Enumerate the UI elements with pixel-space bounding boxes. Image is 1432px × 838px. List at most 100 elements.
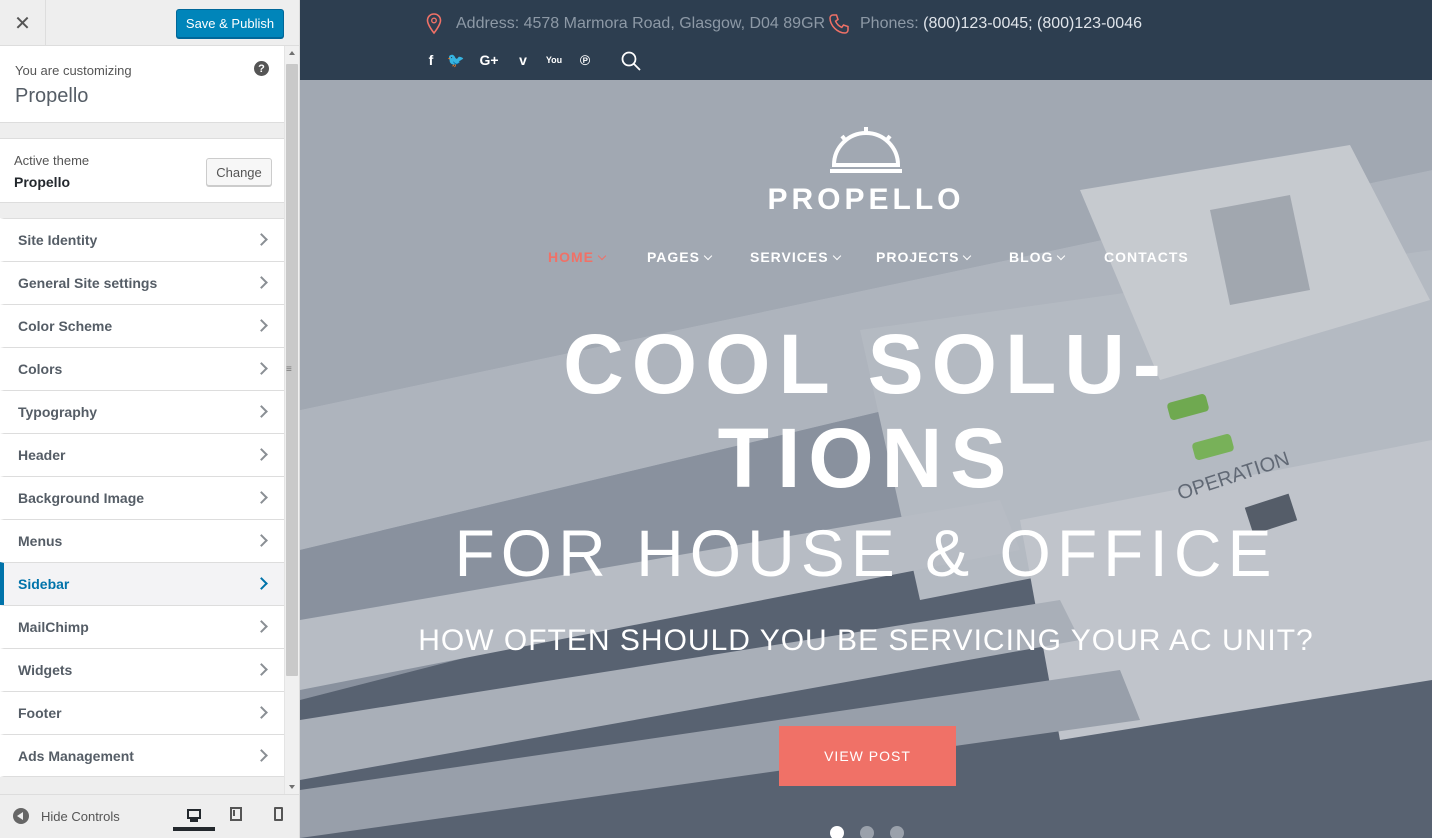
panel-item-label: Colors	[18, 361, 63, 377]
change-theme-button[interactable]: Change	[206, 158, 272, 186]
nav-item-contacts[interactable]: CONTACTS	[1104, 249, 1189, 265]
view-post-button[interactable]: VIEW POST	[779, 726, 956, 786]
panel-item[interactable]: Colors	[0, 347, 284, 390]
panel-scrollbar[interactable]	[284, 46, 299, 794]
nav-item-projects[interactable]: PROJECTS	[876, 249, 972, 265]
chevron-down-icon	[703, 251, 713, 261]
panel-item-label: Menus	[18, 533, 63, 549]
close-icon: ✕	[14, 12, 31, 35]
facebook-icon[interactable]: f	[420, 49, 442, 71]
chevron-right-icon	[255, 405, 268, 418]
panel-item-label: Site Identity	[18, 232, 98, 248]
panel-item-label: Widgets	[18, 662, 73, 678]
google-plus-icon[interactable]: G+	[478, 49, 500, 71]
preview-mobile-button[interactable]	[257, 803, 299, 831]
panel-item-label: Header	[18, 447, 66, 463]
chevron-down-icon	[832, 251, 841, 261]
main-navigation: HOME PAGES SERVICES PROJECTS BLOG CONTACTS	[300, 249, 1432, 269]
desktop-icon-stand	[190, 819, 198, 822]
hero-heading-line-2: TIONS	[717, 411, 1015, 505]
customizer-sidebar: ✕ Save & Publish You are customizing Pro…	[0, 0, 300, 838]
panel-item-label: Typography	[18, 404, 98, 420]
panel-item[interactable]: Sidebar	[0, 562, 284, 605]
chevron-right-icon	[255, 577, 268, 590]
site-title: Propello	[15, 85, 89, 107]
chevron-right-icon	[255, 491, 268, 504]
panel-item-label: Footer	[18, 705, 62, 721]
panel-item[interactable]: Menus	[0, 519, 284, 562]
phone-numbers[interactable]: (800)123-0045; (800)123-0046	[923, 15, 1142, 32]
hero-heading-line-3: FOR HOUSE & OFFICE	[454, 516, 1278, 590]
desktop-icon	[187, 809, 201, 819]
collapse-arrow-icon	[13, 808, 29, 824]
nav-item-home[interactable]: HOME	[548, 249, 607, 265]
scroll-down-arrow-icon[interactable]	[289, 785, 295, 789]
customizing-info: You are customizing Propello ?	[0, 46, 284, 123]
site-logo-text[interactable]: PROPELLO	[300, 183, 1432, 217]
save-publish-button[interactable]: Save & Publish	[176, 9, 284, 38]
slider-dot[interactable]	[830, 826, 844, 838]
scroll-up-arrow-icon[interactable]	[289, 51, 295, 55]
phones-line: Phones: (800)123-0045; (800)123-0046	[860, 15, 1142, 33]
slider-dot[interactable]	[860, 826, 874, 838]
panel-item[interactable]: General Site settings	[0, 261, 284, 304]
nav-item-label: PROJECTS	[876, 249, 960, 265]
chevron-right-icon	[255, 749, 268, 762]
youtube-icon[interactable]: You	[543, 49, 565, 71]
chevron-right-icon	[255, 233, 268, 246]
nav-item-label: PAGES	[647, 249, 700, 265]
help-icon[interactable]: ?	[254, 61, 269, 76]
nav-item-label: SERVICES	[750, 249, 829, 265]
resize-handle-icon[interactable]: ≡	[286, 364, 294, 375]
hero-slider: OPERATION PROPELLO HOME PAGES SERVICES PROJ…	[300, 80, 1432, 838]
hide-controls-label: Hide Controls	[41, 808, 120, 824]
panel-item-label: Sidebar	[18, 576, 70, 592]
nav-item-pages[interactable]: PAGES	[647, 249, 713, 265]
preview-tablet-button[interactable]	[215, 803, 257, 831]
preview-desktop-button[interactable]	[173, 803, 215, 831]
customizer-header: ✕ Save & Publish	[0, 0, 299, 46]
panel-item[interactable]: Color Scheme	[0, 304, 284, 347]
pinterest-icon[interactable]: ℗	[574, 49, 596, 71]
panel-item[interactable]: Widgets	[0, 648, 284, 691]
chevron-right-icon	[255, 319, 268, 332]
customizing-label: You are customizing	[15, 63, 132, 78]
hero-subheading: HOW OFTEN SHOULD YOU BE SERVICING YOUR A…	[418, 624, 1314, 657]
mobile-icon	[274, 807, 283, 821]
phones-label: Phones:	[860, 15, 919, 32]
panel-item[interactable]: Typography	[0, 390, 284, 433]
nav-item-label: CONTACTS	[1104, 249, 1189, 265]
active-theme-name: Propello	[14, 174, 71, 190]
panel-item[interactable]: Site Identity	[0, 218, 284, 261]
nav-item-label: BLOG	[1009, 249, 1054, 265]
panel-item[interactable]: Header	[0, 433, 284, 476]
vimeo-icon[interactable]: v	[512, 49, 534, 71]
nav-item-services[interactable]: SERVICES	[750, 249, 841, 265]
panel-item-label: Color Scheme	[18, 318, 113, 334]
chevron-right-icon	[255, 534, 268, 547]
panel-item-label: Background Image	[18, 490, 145, 506]
chevron-down-icon	[963, 251, 972, 261]
panel-item[interactable]: Background Image	[0, 476, 284, 519]
active-theme-section: Active theme Propello Change	[0, 138, 284, 203]
twitter-icon[interactable]: 🐦	[445, 49, 467, 71]
chevron-right-icon	[255, 620, 268, 633]
close-customizer-button[interactable]: ✕	[0, 0, 46, 46]
chevron-down-icon	[597, 251, 607, 261]
hide-controls-button[interactable]: Hide Controls	[13, 808, 120, 824]
tablet-icon-detail	[233, 810, 239, 816]
customizer-panel-list: Site Identity General Site settings Color …	[0, 218, 284, 777]
panel-item[interactable]: Ads Management	[0, 734, 284, 777]
chevron-right-icon	[255, 448, 268, 461]
slider-dot[interactable]	[890, 826, 904, 838]
nav-item-blog[interactable]: BLOG	[1009, 249, 1066, 265]
panel-item[interactable]: MailChimp	[0, 605, 284, 648]
panel-item[interactable]: Footer	[0, 691, 284, 734]
nav-item-label: HOME	[548, 249, 594, 265]
site-preview: Address: 4578 Marmora Road, Glasgow, D04…	[300, 0, 1432, 838]
chevron-right-icon	[255, 706, 268, 719]
chevron-down-icon	[1057, 251, 1066, 261]
chevron-right-icon	[255, 663, 268, 676]
chevron-right-icon	[255, 276, 268, 289]
search-icon[interactable]	[620, 50, 642, 72]
